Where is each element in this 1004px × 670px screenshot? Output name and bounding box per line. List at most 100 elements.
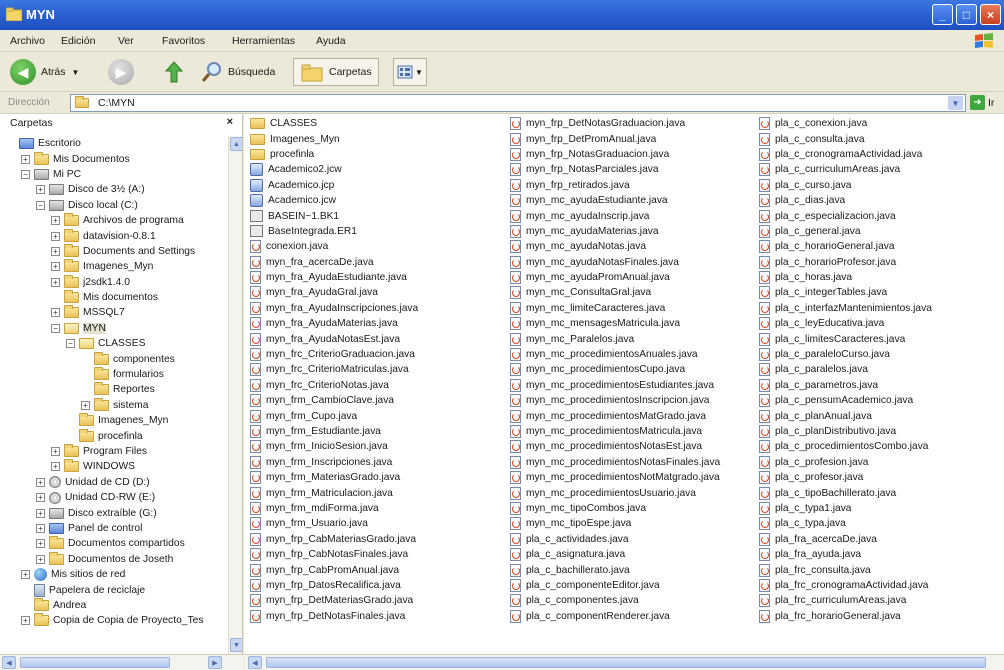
file-item[interactable]: pla_fra_acercaDe.java	[759, 532, 932, 547]
file-item[interactable]: myn_frp_CabMateriasGrado.java	[250, 532, 418, 547]
back-dropdown-icon[interactable]: ▼	[72, 68, 80, 77]
expand-icon[interactable]: +	[51, 462, 60, 472]
file-item[interactable]: myn_frc_CriterioMatriculas.java	[250, 362, 418, 377]
file-item[interactable]: pla_c_componentRenderer.java	[510, 609, 720, 624]
file-item[interactable]: pla_c_typa.java	[759, 516, 932, 531]
file-item[interactable]: pla_c_typa1.java	[759, 501, 932, 516]
tree-item-my-documents[interactable]: + Mis Documentos	[0, 151, 228, 166]
file-item[interactable]: pla_c_horas.java	[759, 270, 932, 285]
file-item[interactable]: myn_mc_procedimientosCupo.java	[510, 362, 720, 377]
file-item[interactable]: myn_frm_CambioClave.java	[250, 393, 418, 408]
folders-vertical-scrollbar[interactable]: ▲ ▼	[228, 136, 242, 654]
folder-item[interactable]: procefinla	[250, 147, 418, 162]
search-button[interactable]: Búsqueda	[200, 58, 275, 86]
file-item[interactable]: pla_c_bachillerato.java	[510, 562, 720, 577]
file-item[interactable]: myn_mc_procedimientosAnuales.java	[510, 347, 720, 362]
file-item[interactable]: myn_frp_NotasGraduacion.java	[510, 147, 720, 162]
expand-icon[interactable]: +	[51, 447, 60, 456]
file-item[interactable]: pla_c_paraleloCurso.java	[759, 347, 932, 362]
file-item[interactable]: pla_c_parametros.java	[759, 378, 932, 393]
file-item[interactable]: myn_frm_Matriculacion.java	[250, 485, 418, 500]
file-item[interactable]: pla_c_pensumAcademico.java	[759, 393, 932, 408]
tree-item-cd-drive-d[interactable]: + Unidad de CD (D:)	[0, 475, 228, 490]
tree-item-removable-disk-g[interactable]: + Disco extraíble (G:)	[0, 505, 228, 520]
file-item[interactable]: pla_c_dias.java	[759, 193, 932, 208]
close-pane-icon[interactable]: ×	[227, 116, 233, 128]
scroll-up-icon[interactable]: ▲	[230, 137, 242, 151]
file-item[interactable]: myn_frc_CriterioNotas.java	[250, 378, 418, 393]
file-item[interactable]: myn_frp_DetMateriasGrado.java	[250, 593, 418, 608]
expand-icon[interactable]: +	[51, 262, 60, 272]
forward-button[interactable]: ▶	[108, 58, 134, 86]
minimize-button[interactable]: _	[932, 4, 953, 25]
file-item[interactable]: myn_frp_DatosRecalifica.java	[250, 578, 418, 593]
file-item[interactable]: pla_c_conexion.java	[759, 116, 932, 131]
menu-favoritos[interactable]: Favoritos	[162, 35, 205, 47]
collapse-icon[interactable]: −	[36, 200, 45, 210]
scroll-down-icon[interactable]: ▼	[230, 638, 242, 652]
expand-icon[interactable]: +	[36, 539, 45, 549]
file-item[interactable]: pla_c_asignatura.java	[510, 547, 720, 562]
file-item[interactable]: myn_frm_Inscripciones.java	[250, 455, 418, 470]
tree-item-classes-folder[interactable]: − CLASSES	[0, 336, 228, 351]
file-item[interactable]: myn_fra_AyudaMaterias.java	[250, 316, 418, 331]
back-button[interactable]: ◀ Atrás ▼	[10, 58, 79, 86]
file-item[interactable]: myn_frm_mdiForma.java	[250, 501, 418, 516]
tree-item-j2sdk-folder[interactable]: + j2sdk1.4.0	[0, 274, 228, 290]
tree-item-datavision-folder[interactable]: + datavision-0.8.1	[0, 228, 228, 243]
expand-icon[interactable]: +	[36, 185, 45, 195]
file-item[interactable]: Academico.jcp	[250, 178, 418, 193]
folder-item[interactable]: CLASSES	[250, 116, 418, 131]
menu-ver[interactable]: Ver	[118, 35, 134, 47]
menu-edicion[interactable]: Edición	[61, 35, 95, 47]
file-item[interactable]: pla_c_consulta.java	[759, 131, 932, 146]
file-item[interactable]: myn_fra_acercaDe.java	[250, 255, 418, 270]
menu-ayuda[interactable]: Ayuda	[316, 35, 346, 47]
file-item[interactable]: pla_c_planDistributivo.java	[759, 424, 932, 439]
expand-icon[interactable]: +	[21, 570, 30, 580]
tree-item-floppy-drive[interactable]: + Disco de 3½ (A:)	[0, 182, 228, 197]
file-item[interactable]: myn_frp_DetPromAnual.java	[510, 131, 720, 146]
collapse-icon[interactable]: −	[21, 169, 30, 179]
file-item[interactable]: myn_fra_AyudaGral.java	[250, 285, 418, 300]
tree-item-shared-documents[interactable]: + Documentos compartidos	[0, 536, 228, 551]
file-item[interactable]: myn_mc_procedimientosMatricula.java	[510, 424, 720, 439]
file-item[interactable]: myn_mc_procedimientosInscripcion.java	[510, 393, 720, 408]
file-item[interactable]: myn_mc_procedimientosNotasEst.java	[510, 439, 720, 454]
file-item[interactable]: myn_mc_ayudaNotasFinales.java	[510, 255, 720, 270]
tree-item-imagenes-myn-folder[interactable]: + Imagenes_Myn	[0, 259, 228, 274]
folders-button[interactable]: Carpetas	[293, 58, 379, 86]
file-item[interactable]: myn_mc_ConsultaGral.java	[510, 285, 720, 300]
file-item[interactable]: pla_c_interfazMantenimientos.java	[759, 301, 932, 316]
tree-item-joseth-documents[interactable]: + Documentos de Joseth	[0, 551, 228, 567]
file-item[interactable]: pla_c_especializacion.java	[759, 208, 932, 223]
scroll-left-icon[interactable]: ◀	[2, 656, 16, 669]
file-item[interactable]: pla_frc_cronogramaActividad.java	[759, 578, 932, 593]
tree-item-cdrw-drive-e[interactable]: + Unidad CD-RW (E:)	[0, 490, 228, 505]
file-item[interactable]: myn_mc_ayudaPromAnual.java	[510, 270, 720, 285]
file-item[interactable]: myn_mc_limiteCaracteres.java	[510, 301, 720, 316]
collapse-icon[interactable]: −	[51, 323, 60, 333]
file-item[interactable]: myn_mc_ayudaMaterias.java	[510, 224, 720, 239]
expand-icon[interactable]: +	[51, 231, 60, 241]
tree-item-proyecto-copy-folder[interactable]: + Copia de Copia de Proyecto_Tes	[0, 613, 228, 628]
tree-item-network-places[interactable]: + Mis sitios de red	[0, 567, 228, 582]
address-dropdown-icon[interactable]: ▼	[948, 96, 963, 110]
file-item[interactable]: myn_mc_ayudaEstudiante.java	[510, 193, 720, 208]
tree-item-mssql7-folder[interactable]: + MSSQL7	[0, 305, 228, 320]
tree-item-my-computer[interactable]: − Mi PC	[0, 167, 228, 182]
menu-archivo[interactable]: Archivo	[10, 35, 45, 47]
file-item[interactable]: myn_frm_Cupo.java	[250, 408, 418, 423]
file-item[interactable]: myn_frp_DetNotasGraduacion.java	[510, 116, 720, 131]
file-item[interactable]: myn_mc_procedimientosUsuario.java	[510, 485, 720, 500]
file-item[interactable]: myn_frm_Usuario.java	[250, 516, 418, 531]
expand-icon[interactable]: +	[36, 554, 45, 564]
file-item[interactable]: pla_c_actividades.java	[510, 532, 720, 547]
tree-item-program-files-en-folder[interactable]: + Program Files	[0, 444, 228, 459]
file-item[interactable]: myn_frp_NotasParciales.java	[510, 162, 720, 177]
file-item[interactable]: myn_mc_mensagesMatricula.java	[510, 316, 720, 331]
file-item[interactable]: myn_mc_procedimientosNotasFinales.java	[510, 455, 720, 470]
expand-icon[interactable]: +	[36, 493, 45, 503]
file-item[interactable]: BaseIntegrada.ER1	[250, 224, 418, 239]
tree-item-recycle-bin[interactable]: Papelera de reciclaje	[0, 582, 228, 597]
